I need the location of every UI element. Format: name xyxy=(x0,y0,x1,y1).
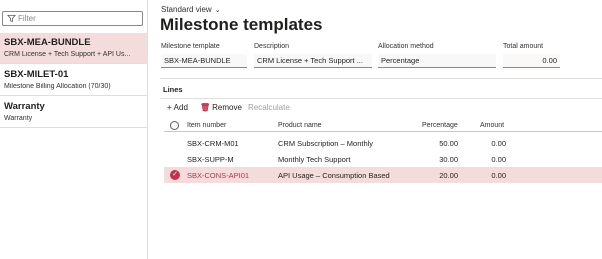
view-selector[interactable]: Standard view ⌄ xyxy=(161,5,221,14)
list-item-sbx-mea-bundle[interactable]: SBX-MEA-BUNDLE CRM License + Tech Suppor… xyxy=(0,33,147,64)
allocation-method-field[interactable]: Percentage xyxy=(378,54,496,68)
col-percentage[interactable]: Percentage xyxy=(422,122,458,129)
add-button[interactable]: + Add xyxy=(167,103,188,112)
allocation-method-label: Allocation method xyxy=(378,43,434,50)
cell-product-name: Monthly Tech Support xyxy=(278,155,351,164)
col-item-number[interactable]: Item number xyxy=(187,122,226,129)
list-item-subtitle: Milestone Billing Allocation (70/30) xyxy=(4,83,111,90)
list-item-sbx-milet-01[interactable]: SBX-MILET-01 Milestone Billing Allocatio… xyxy=(0,65,147,96)
view-selector-label: Standard view xyxy=(161,5,212,14)
lines-title: Lines xyxy=(163,85,183,94)
table-row-selected[interactable]: ✓ SBX-CONS-API01 API Usage – Consumption… xyxy=(164,167,602,183)
total-amount-label: Total amount xyxy=(503,43,544,50)
add-label: Add xyxy=(173,103,188,112)
grid-header: Item number Product name Percentage Amou… xyxy=(164,119,602,132)
cell-amount: 0.00 xyxy=(491,155,506,164)
list-item-title: SBX-MILET-01 xyxy=(4,69,69,80)
filter-icon xyxy=(7,14,16,23)
milestone-template-label: Milestone template xyxy=(161,43,220,50)
remove-button[interactable]: 🗑 Remove xyxy=(200,103,242,112)
cell-percentage: 20.00 xyxy=(439,171,458,180)
cell-amount: 0.00 xyxy=(491,171,506,180)
list-item-title: SBX-MEA-BUNDLE xyxy=(4,37,91,48)
cell-percentage: 30.00 xyxy=(439,155,458,164)
table-row[interactable]: SBX-SUPP-M Monthly Tech Support 30.00 0.… xyxy=(164,151,602,167)
filter-input[interactable] xyxy=(18,13,138,24)
description-label: Description xyxy=(254,43,290,50)
check-icon[interactable]: ✓ xyxy=(170,170,180,180)
cell-amount: 0.00 xyxy=(491,139,506,148)
trash-icon: 🗑 xyxy=(200,103,211,112)
lines-panel: Lines + Add 🗑 Remove Recalculate Item numb… xyxy=(160,78,602,259)
left-pane: SBX-MEA-BUNDLE CRM License + Tech Suppor… xyxy=(0,0,148,259)
divider xyxy=(160,98,602,99)
milestone-template-field[interactable]: SBX-MEA-BUNDLE xyxy=(161,54,247,68)
list-item-title: Warranty xyxy=(4,101,45,112)
recalculate-label: Recalculate xyxy=(248,103,290,112)
list-item-warranty[interactable]: Warranty Warranty xyxy=(0,97,147,128)
remove-label: Remove xyxy=(212,103,242,112)
select-all-icon[interactable] xyxy=(170,121,179,130)
total-amount-field: 0.00 xyxy=(503,54,560,68)
cell-item-number-link[interactable]: SBX-CONS-API01 xyxy=(187,171,249,180)
list-item-subtitle: Warranty xyxy=(4,115,33,122)
list-item-subtitle: CRM License + Tech Support + API Us... xyxy=(4,51,131,58)
filter-box[interactable] xyxy=(2,11,143,26)
cell-item-number: SBX-CRM-M01 xyxy=(187,139,239,148)
plus-icon: + xyxy=(167,103,172,112)
cell-product-name: API Usage – Consumption Based xyxy=(278,171,390,180)
cell-product-name: CRM Subscription – Monthly xyxy=(278,139,374,148)
chevron-down-icon: ⌄ xyxy=(214,7,221,14)
col-product-name[interactable]: Product name xyxy=(278,122,322,129)
recalculate-button[interactable]: Recalculate xyxy=(248,103,290,112)
col-amount[interactable]: Amount xyxy=(480,122,504,129)
table-row[interactable]: SBX-CRM-M01 CRM Subscription – Monthly 5… xyxy=(164,135,602,151)
cell-percentage: 50.00 xyxy=(439,139,458,148)
page-title: Milestone templates xyxy=(160,15,323,34)
cell-item-number: SBX-SUPP-M xyxy=(187,155,234,164)
description-field[interactable]: CRM License + Tech Support ... xyxy=(254,54,372,68)
